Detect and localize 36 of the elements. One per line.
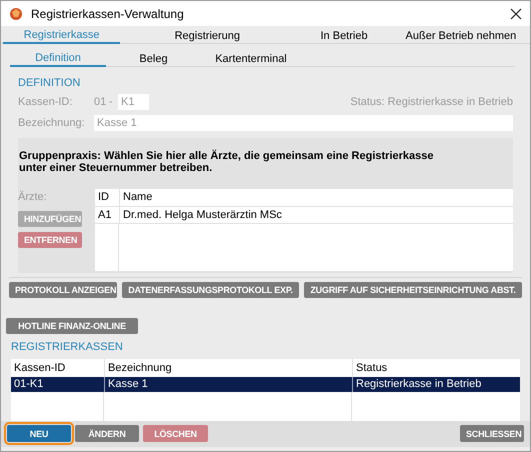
button[interactable]: HOTLINE FINANZ-ONLINE (6, 318, 138, 334)
input-field[interactable]: K1 (118, 94, 149, 110)
field-label: Ärzte: (18, 190, 48, 205)
section-heading: DEFINITION (18, 76, 82, 92)
column-header[interactable]: Status (356, 360, 388, 376)
app-icon (9, 6, 23, 21)
column-header[interactable]: Bezeichnung (108, 360, 172, 376)
table-cell-text: Dr.med. Helga Musterärztin MSc (123, 208, 282, 223)
window-title: Registrierkassen-Verwaltung (31, 6, 184, 23)
button[interactable]: SCHLIESSEN (460, 425, 524, 442)
column-header[interactable]: Kassen-ID (14, 360, 66, 376)
button[interactable]: ZUGRIFF AUF SICHERHEITSEINRICHTUNG ABST. (304, 282, 522, 298)
column-header[interactable]: ID (98, 189, 109, 206)
id-prefix: 01 (94, 94, 108, 110)
tab[interactable]: Beleg (106, 50, 201, 68)
info-text: Gruppenpraxis: Wählen Sie hier alle Ärzte, die gemeinsam eine Registrierkasse unter einer Steuernummer betreiben. (19, 150, 434, 174)
section-heading: REGISTRIERKASSEN (11, 340, 124, 356)
tab[interactable]: In Betrieb (294, 27, 394, 44)
field-label: Kassen-ID: (18, 94, 74, 110)
close-icon[interactable] (510, 8, 522, 20)
tab[interactable]: Definition (10, 50, 106, 68)
tab[interactable]: Kartenterminal (201, 50, 301, 68)
tab[interactable]: Registrierkasse (3, 27, 120, 44)
tab[interactable]: Registrierung (120, 27, 294, 44)
button[interactable]: NEU (7, 425, 71, 442)
tab[interactable]: Außer Betrieb nehmen (394, 27, 528, 44)
button[interactable]: PROTOKOLL ANZEIGEN (9, 282, 117, 298)
status-text: Status: Registrierkasse in Betrieb (350, 94, 513, 110)
column-header[interactable]: Name (123, 189, 152, 206)
input-field[interactable]: Kasse 1 (94, 114, 513, 131)
separator: - (109, 94, 114, 110)
table-cell-text: A1 (98, 208, 112, 223)
field-label: Bezeichnung: (18, 116, 86, 131)
button[interactable]: ÄNDERN (75, 425, 139, 442)
table-row[interactable]: 01-K1 Kasse 1 Registrierkasse in Betrieb (11, 376, 520, 392)
button[interactable]: DATENERFASSUNGSPROTOKOLL EXP. (122, 282, 299, 298)
